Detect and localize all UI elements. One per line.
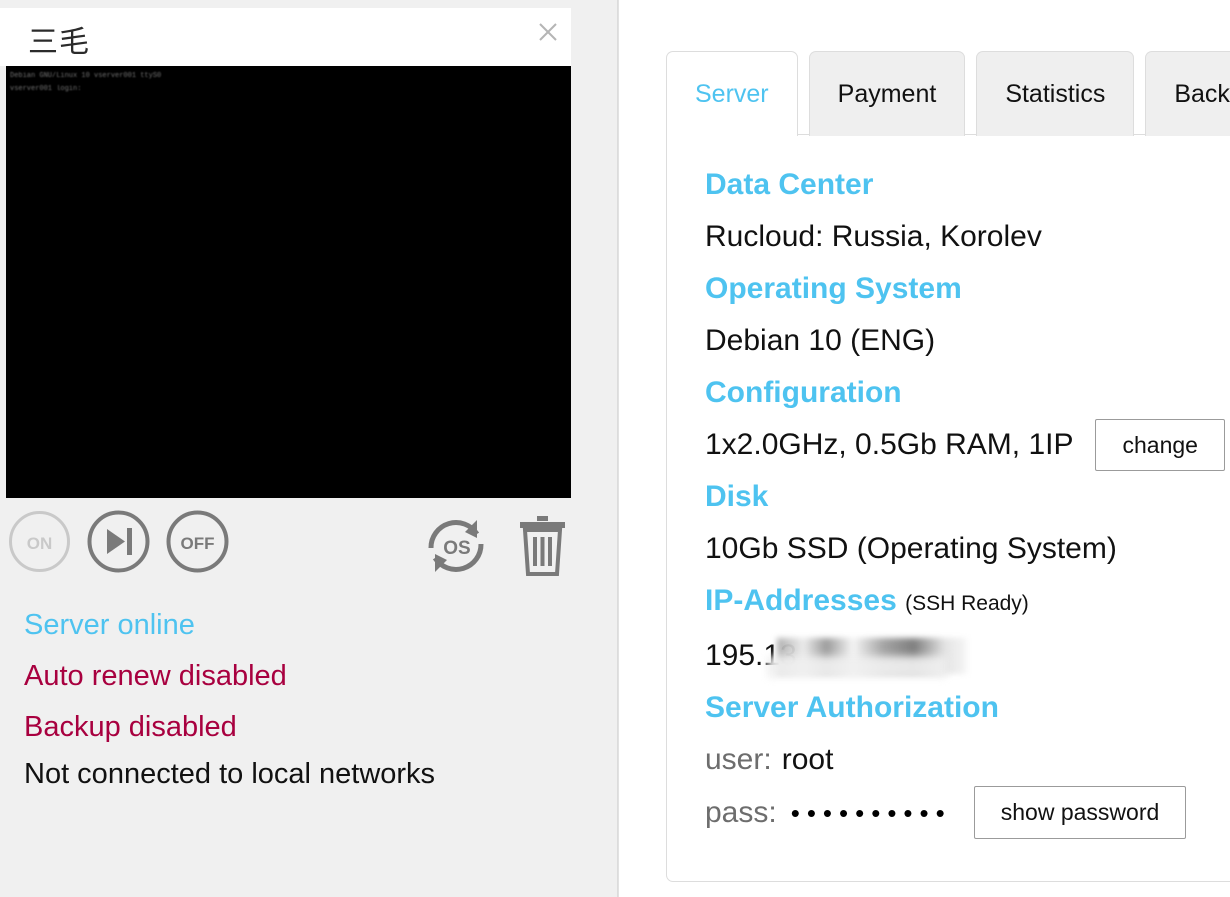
- server-details-panel: Server Payment Statistics Backup Data Ce…: [618, 0, 1230, 897]
- ip-addresses-label-text: IP-Addresses: [705, 584, 897, 618]
- status-auto-renew: Auto renew disabled: [24, 660, 287, 692]
- password-masked-value: ••••••••••: [790, 797, 952, 828]
- tab-payment[interactable]: Payment: [808, 51, 966, 136]
- pass-label: pass:: [705, 795, 777, 829]
- console-header: 三毛: [0, 8, 571, 66]
- ssh-ready-badge: (SSH Ready): [905, 592, 1029, 616]
- svg-text:OFF: OFF: [181, 534, 215, 553]
- auth-user-row: user: root: [705, 734, 1230, 786]
- console-title: 三毛: [28, 26, 90, 59]
- user-label: user:: [705, 743, 772, 777]
- field-disk: Disk 10Gb SSD (Operating System): [705, 471, 1230, 575]
- server-console-panel: 三毛 Debian GNU/Linux 10 vserver001 ttyS0 …: [0, 0, 618, 897]
- power-on-button[interactable]: ON: [8, 510, 71, 573]
- server-status-list: Server online Auto renew disabled Backup…: [24, 600, 444, 796]
- show-password-button[interactable]: show password: [973, 786, 1187, 839]
- auth-pass-row: pass: •••••••••• show password: [705, 786, 1230, 839]
- change-configuration-button[interactable]: change: [1095, 419, 1225, 472]
- terminal-output[interactable]: Debian GNU/Linux 10 vserver001 ttyS0 vse…: [6, 66, 571, 498]
- restart-button[interactable]: [87, 510, 150, 573]
- svg-text:OS: OS: [443, 538, 470, 559]
- tab-backup[interactable]: Backup: [1145, 51, 1230, 136]
- server-control-buttons: ON OFF OS: [0, 510, 600, 580]
- ip-addresses-label: IP-Addresses (SSH Ready): [705, 575, 1230, 630]
- svg-text:ON: ON: [27, 534, 53, 553]
- status-server-online: Server online: [24, 609, 195, 641]
- field-data-center: Data Center Rucloud: Russia, Korolev: [705, 159, 1230, 263]
- power-off-button[interactable]: OFF: [166, 510, 229, 573]
- tab-statistics-label: Statistics: [1005, 79, 1106, 108]
- tab-server-label: Server: [695, 79, 769, 108]
- terminal-line: Debian GNU/Linux 10 vserver001 ttyS0: [10, 72, 162, 80]
- app-screen: 三毛 Debian GNU/Linux 10 vserver001 ttyS0 …: [0, 0, 1230, 897]
- configuration-label: Configuration: [705, 376, 902, 409]
- tab-bar: Server Payment Statistics Backup: [666, 50, 1230, 137]
- ip-address-value: 195.13: [705, 639, 797, 673]
- field-configuration: Configuration 1x2.0GHz, 0.5Gb RAM, 1IP c…: [705, 367, 1230, 472]
- server-authorization-label: Server Authorization: [705, 691, 999, 725]
- data-center-label: Data Center: [705, 168, 874, 201]
- field-operating-system: Operating System Debian 10 (ENG): [705, 263, 1230, 367]
- disk-label: Disk: [705, 480, 769, 514]
- operating-system-label: Operating System: [705, 272, 962, 305]
- data-center-value: Rucloud: Russia, Korolev: [705, 220, 1042, 253]
- disk-value: 10Gb SSD (Operating System): [705, 532, 1117, 566]
- status-local-network: Not connected to local networks: [24, 758, 436, 790]
- field-server-authorization: Server Authorization user: root pass: ••…: [705, 682, 1230, 839]
- server-tab-panel: Data Center Rucloud: Russia, Korolev Ope…: [666, 134, 1230, 882]
- console-card: 三毛: [0, 8, 571, 66]
- field-ip-addresses: IP-Addresses (SSH Ready) 195.13: [705, 575, 1230, 682]
- configuration-value: 1x2.0GHz, 0.5Gb RAM, 1IP: [705, 428, 1074, 462]
- delete-server-button[interactable]: [515, 514, 570, 576]
- tab-statistics[interactable]: Statistics: [976, 51, 1135, 136]
- server-info-list: Data Center Rucloud: Russia, Korolev Ope…: [705, 159, 1230, 839]
- close-icon[interactable]: [534, 18, 562, 46]
- tab-server[interactable]: Server: [666, 51, 798, 137]
- status-backup: Backup disabled: [24, 711, 237, 743]
- ip-address-value-wrap: 195.13: [705, 630, 967, 682]
- tab-payment-label: Payment: [837, 79, 937, 108]
- user-value: root: [781, 743, 834, 777]
- tab-backup-label: Backup: [1174, 79, 1230, 108]
- ip-redaction-overlay: [777, 638, 967, 675]
- operating-system-value: Debian 10 (ENG): [705, 324, 936, 357]
- terminal-line: vserver001 login:: [10, 85, 82, 93]
- reinstall-os-button[interactable]: OS: [421, 516, 491, 576]
